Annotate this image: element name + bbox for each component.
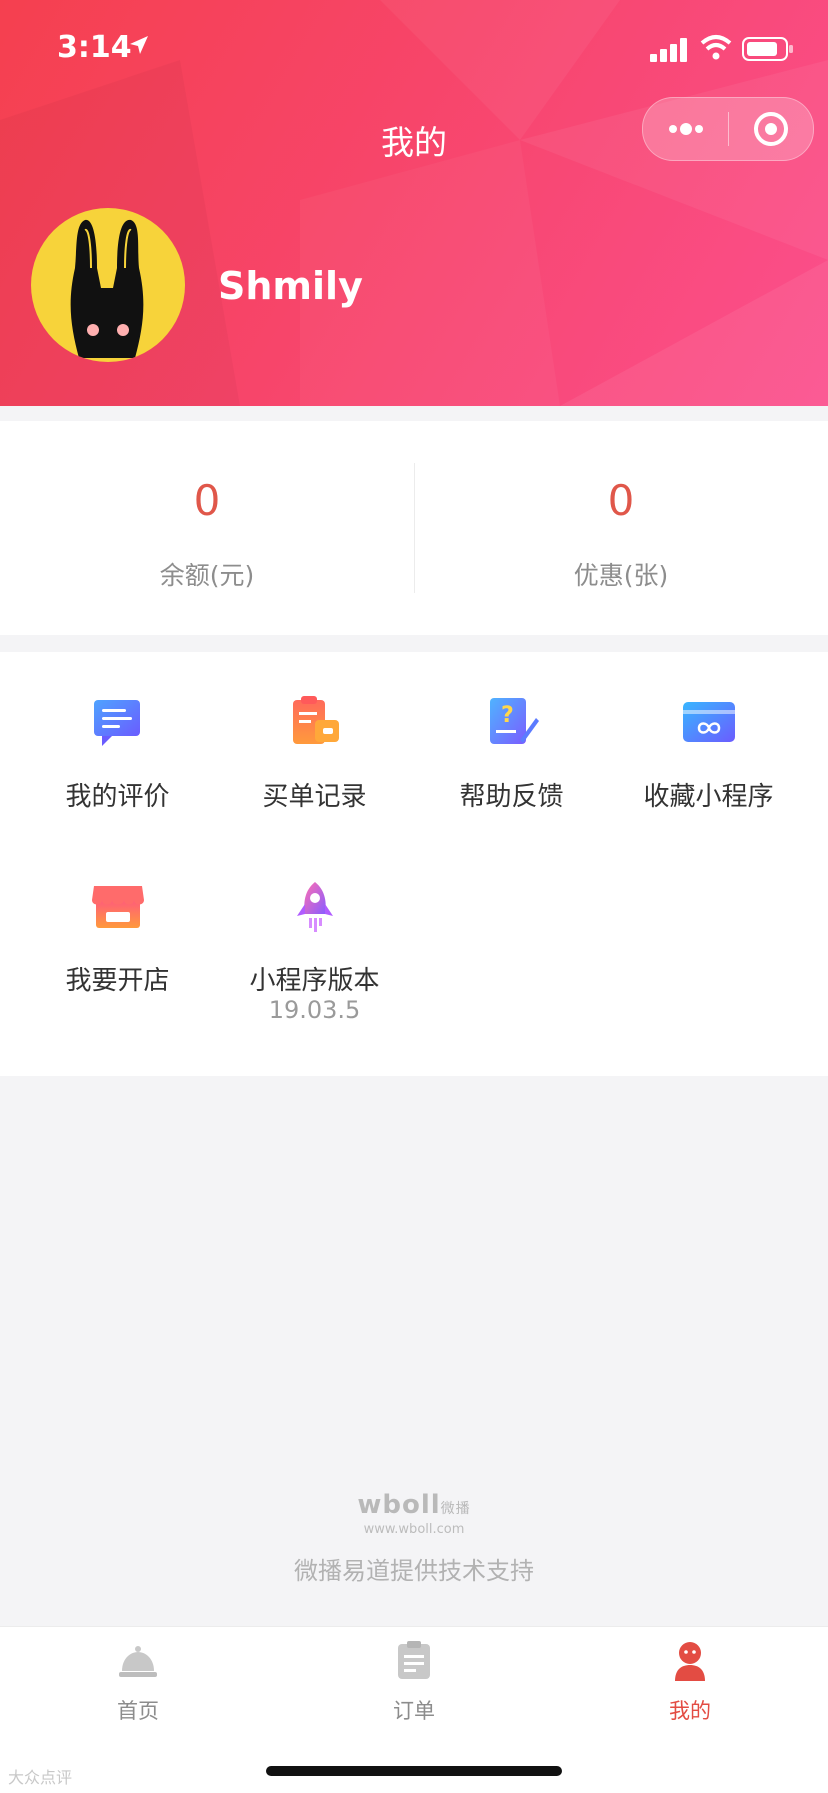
menu-item-label: 小程序版本	[249, 966, 380, 996]
help-feedback-icon: ?	[490, 698, 539, 744]
menu-item-bill-records[interactable]: 买单记录	[211, 652, 418, 822]
menu-item-label: 买单记录	[262, 782, 367, 812]
tab-profile[interactable]: 我的	[552, 1627, 828, 1737]
location-arrow-icon	[130, 36, 148, 54]
menu-item-label: 帮助反馈	[459, 782, 564, 812]
menu-item-open-store[interactable]: 我要开店	[14, 836, 221, 1006]
home-indicator[interactable]	[266, 1766, 562, 1776]
bill-record-icon	[293, 696, 339, 744]
brand-url: www.wboll.com	[363, 1522, 465, 1537]
coupon-stat[interactable]: 0 优惠(张)	[414, 421, 828, 635]
tab-label: 我的	[669, 1699, 711, 1723]
menu-item-help-feedback[interactable]: ? 帮助反馈	[408, 652, 615, 822]
more-button[interactable]	[643, 98, 728, 160]
rabbit-avatar-icon	[70, 219, 144, 358]
profile-header: 3:14 我的 Shmily	[0, 0, 828, 406]
tab-label: 首页	[117, 1699, 159, 1723]
avatar[interactable]	[31, 208, 185, 362]
balance-label: 余额(元)	[159, 561, 255, 590]
tab-label: 订单	[393, 1699, 435, 1723]
cellular-signal-icon	[650, 38, 687, 62]
menu-grid: 我的评价 买单记录 ? 帮助反馈 收藏小程序 我要开店 小程序版本 19.03.…	[0, 652, 828, 1076]
order-icon	[398, 1641, 430, 1679]
status-bar: 3:14	[0, 0, 828, 100]
status-time: 3:14	[57, 30, 132, 65]
coupon-value: 0	[607, 476, 635, 525]
tab-home[interactable]: 首页	[0, 1627, 276, 1737]
store-icon	[92, 886, 144, 928]
balance-stat[interactable]: 0 余额(元)	[0, 421, 414, 635]
more-dots-icon	[669, 123, 703, 135]
wifi-icon	[700, 35, 732, 60]
rocket-icon	[297, 882, 333, 932]
menu-item-label: 收藏小程序	[643, 782, 774, 812]
support-text: 微播易道提供技术支持	[294, 1557, 534, 1585]
close-miniprogram-button[interactable]	[729, 98, 813, 160]
favorite-miniprogram-icon	[683, 702, 735, 742]
menu-item-version[interactable]: 小程序版本 19.03.5	[211, 836, 418, 1024]
comment-icon	[94, 700, 140, 746]
menu-item-label: 我要开店	[65, 966, 170, 996]
tab-orders[interactable]: 订单	[276, 1627, 552, 1737]
profile-icon	[675, 1642, 705, 1681]
version-number: 19.03.5	[268, 996, 361, 1024]
svg-text:?: ?	[501, 703, 514, 728]
wboll-logo: wboll微播	[357, 1490, 471, 1520]
home-cloche-icon	[119, 1646, 157, 1677]
coupon-label: 优惠(张)	[573, 561, 669, 590]
account-stats: 0 余额(元) 0 优惠(张)	[0, 421, 828, 635]
tech-support-footer: wboll微播 www.wboll.com 微播易道提供技术支持	[0, 1490, 828, 1586]
target-close-icon	[754, 112, 788, 146]
balance-value: 0	[193, 476, 221, 525]
watermark: 大众点评	[8, 1768, 73, 1787]
username: Shmily	[218, 264, 363, 308]
battery-icon	[742, 37, 793, 61]
menu-item-favorite-miniprogram[interactable]: 收藏小程序	[605, 652, 812, 822]
miniprogram-capsule	[642, 97, 814, 161]
menu-item-label: 我的评价	[65, 782, 170, 812]
menu-item-reviews[interactable]: 我的评价	[14, 652, 221, 822]
